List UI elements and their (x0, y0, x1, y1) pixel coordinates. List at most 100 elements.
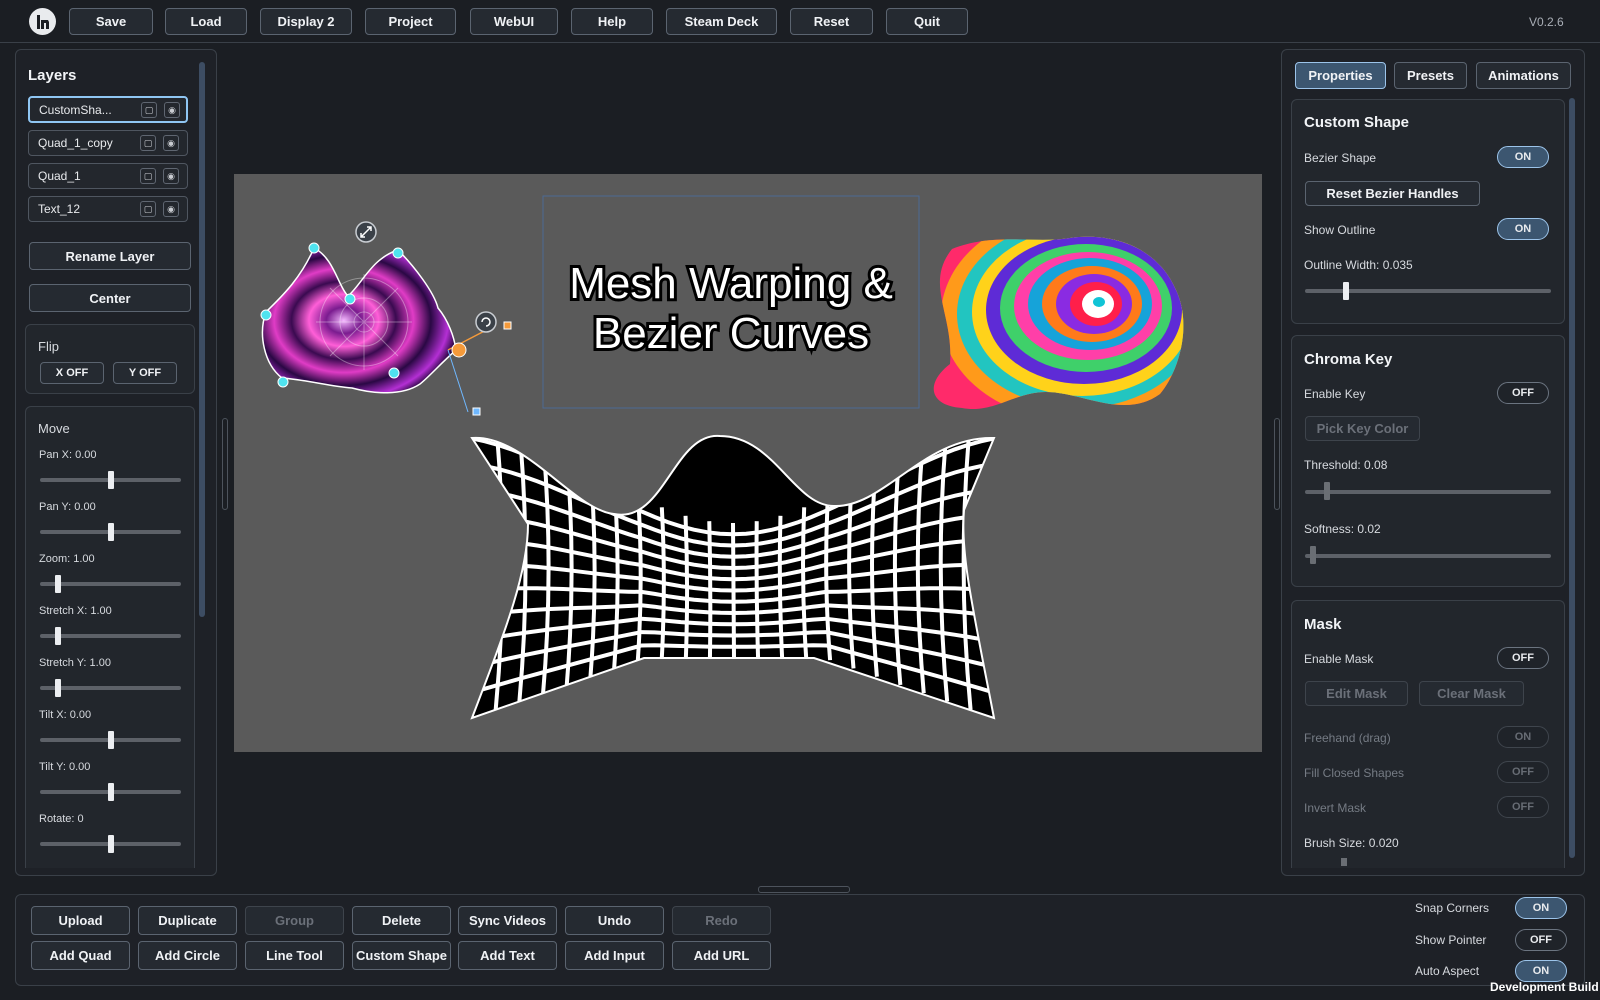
app-logo[interactable] (29, 8, 56, 35)
move-slider-thumb[interactable] (55, 679, 62, 697)
bottom-splitter-handle[interactable] (758, 886, 850, 893)
help-button[interactable]: Help (571, 8, 653, 35)
eye-icon[interactable]: ◉ (163, 135, 179, 151)
lock-icon[interactable]: ▢ (140, 201, 156, 217)
move-slider-thumb[interactable] (107, 523, 114, 541)
softness-slider-thumb[interactable] (1310, 546, 1316, 564)
vertex-handle[interactable] (392, 247, 404, 259)
tab-animations[interactable]: Animations (1476, 62, 1571, 89)
rotate-handle-icon[interactable] (475, 311, 497, 333)
rename-layer-button[interactable]: Rename Layer (29, 242, 191, 270)
move-slider-thumb[interactable] (55, 627, 62, 645)
sync-videos-button[interactable]: Sync Videos (458, 906, 557, 935)
layer-name: Quad_1_copy (38, 136, 113, 150)
add-input-button[interactable]: Add Input (565, 941, 664, 970)
move-slider-thumb[interactable] (107, 835, 114, 853)
vertex-handle[interactable] (388, 367, 400, 379)
invert-mask-toggle[interactable]: OFF (1497, 796, 1549, 818)
vertex-handle[interactable] (308, 242, 320, 254)
brush-size-label: Brush Size: 0.020 (1304, 836, 1399, 850)
layer-item-quad-1-copy[interactable]: Quad_1_copy ▢ ◉ (28, 130, 188, 156)
layer-item-text-12[interactable]: Text_12 ▢ ◉ (28, 196, 188, 222)
snap-corners-toggle[interactable]: ON (1515, 897, 1567, 919)
layer-name: CustomSha... (39, 103, 112, 117)
eye-icon[interactable]: ◉ (164, 102, 180, 118)
scale-handle-icon[interactable] (355, 221, 377, 243)
outline-width-slider[interactable] (1305, 289, 1551, 293)
steam-deck-button[interactable]: Steam Deck (666, 8, 777, 35)
upload-button[interactable]: Upload (31, 906, 130, 935)
reset-bezier-handles-button[interactable]: Reset Bezier Handles (1305, 181, 1480, 206)
flip-x-button[interactable]: X OFF (40, 362, 104, 384)
reset-button[interactable]: Reset (790, 8, 873, 35)
tab-properties[interactable]: Properties (1295, 62, 1386, 89)
threshold-slider-thumb[interactable] (1324, 482, 1330, 500)
vertex-handle[interactable] (344, 293, 356, 305)
custom-shape-layer[interactable] (260, 221, 512, 416)
left-splitter-handle[interactable] (222, 418, 228, 510)
move-slider-track[interactable] (40, 686, 181, 690)
vertex-handle[interactable] (260, 309, 272, 321)
add-quad-button[interactable]: Add Quad (31, 941, 130, 970)
bezier-handle-square[interactable] (472, 407, 481, 416)
right-splitter-handle[interactable] (1274, 418, 1280, 510)
undo-button[interactable]: Undo (565, 906, 664, 935)
tab-presets[interactable]: Presets (1394, 62, 1467, 89)
flip-y-button[interactable]: Y OFF (113, 362, 177, 384)
bezier-shape-toggle[interactable]: ON (1497, 146, 1549, 168)
freehand-toggle[interactable]: ON (1497, 726, 1549, 748)
brush-size-slider-thumb[interactable] (1341, 858, 1347, 866)
lock-icon[interactable]: ▢ (140, 168, 156, 184)
move-slider-thumb[interactable] (55, 575, 62, 593)
bezier-handle-square[interactable] (503, 321, 512, 330)
edit-mask-button[interactable]: Edit Mask (1305, 681, 1408, 706)
softness-label: Softness: 0.02 (1304, 522, 1381, 536)
enable-mask-toggle[interactable]: OFF (1497, 647, 1549, 669)
outline-width-slider-thumb[interactable] (1343, 282, 1349, 300)
auto-aspect-toggle[interactable]: ON (1515, 960, 1567, 982)
lock-icon[interactable]: ▢ (141, 102, 157, 118)
add-url-button[interactable]: Add URL (672, 941, 771, 970)
display-2-button[interactable]: Display 2 (260, 8, 352, 35)
center-button[interactable]: Center (29, 284, 191, 312)
delete-button[interactable]: Delete (352, 906, 451, 935)
layer-item-quad-1[interactable]: Quad_1 ▢ ◉ (28, 163, 188, 189)
move-slider-thumb[interactable] (107, 783, 114, 801)
custom-shape-button[interactable]: Custom Shape (352, 941, 451, 970)
fill-closed-shapes-toggle[interactable]: OFF (1497, 761, 1549, 783)
move-slider-track[interactable] (40, 582, 181, 586)
softness-slider[interactable] (1305, 554, 1551, 558)
move-slider-thumb[interactable] (107, 731, 114, 749)
save-button[interactable]: Save (69, 8, 153, 35)
clear-mask-button[interactable]: Clear Mask (1419, 681, 1524, 706)
mesh-warp-layer[interactable] (470, 420, 996, 720)
project-button[interactable]: Project (365, 8, 456, 35)
pick-key-color-button[interactable]: Pick Key Color (1305, 416, 1420, 441)
add-circle-button[interactable]: Add Circle (138, 941, 237, 970)
eye-icon[interactable]: ◉ (163, 168, 179, 184)
add-text-button[interactable]: Add Text (458, 941, 557, 970)
layer-item-customshape[interactable]: CustomSha... ▢ ◉ (28, 96, 188, 123)
rainbow-blob-layer[interactable] (924, 211, 1211, 424)
lock-icon[interactable]: ▢ (140, 135, 156, 151)
duplicate-button[interactable]: Duplicate (138, 906, 237, 935)
canvas-stage[interactable]: Mesh Warping & Bezier Curves (234, 174, 1262, 752)
line-tool-button[interactable]: Line Tool (245, 941, 344, 970)
show-pointer-toggle[interactable]: OFF (1515, 929, 1567, 951)
layers-panel-scrollbar[interactable] (199, 62, 205, 617)
redo-button[interactable]: Redo (672, 906, 771, 935)
webui-button[interactable]: WebUI (470, 8, 558, 35)
quit-button[interactable]: Quit (886, 8, 968, 35)
properties-panel-scrollbar[interactable] (1569, 98, 1575, 858)
show-outline-toggle[interactable]: ON (1497, 218, 1549, 240)
move-slider-thumb[interactable] (107, 471, 114, 489)
threshold-slider[interactable] (1305, 490, 1551, 494)
vertex-handle[interactable] (277, 376, 289, 388)
move-slider-track[interactable] (40, 634, 181, 638)
eye-icon[interactable]: ◉ (163, 201, 179, 217)
bezier-shape-label: Bezier Shape (1304, 151, 1377, 165)
bezier-control-point[interactable] (451, 342, 467, 358)
group-button[interactable]: Group (245, 906, 344, 935)
enable-key-toggle[interactable]: OFF (1497, 382, 1549, 404)
load-button[interactable]: Load (165, 8, 247, 35)
